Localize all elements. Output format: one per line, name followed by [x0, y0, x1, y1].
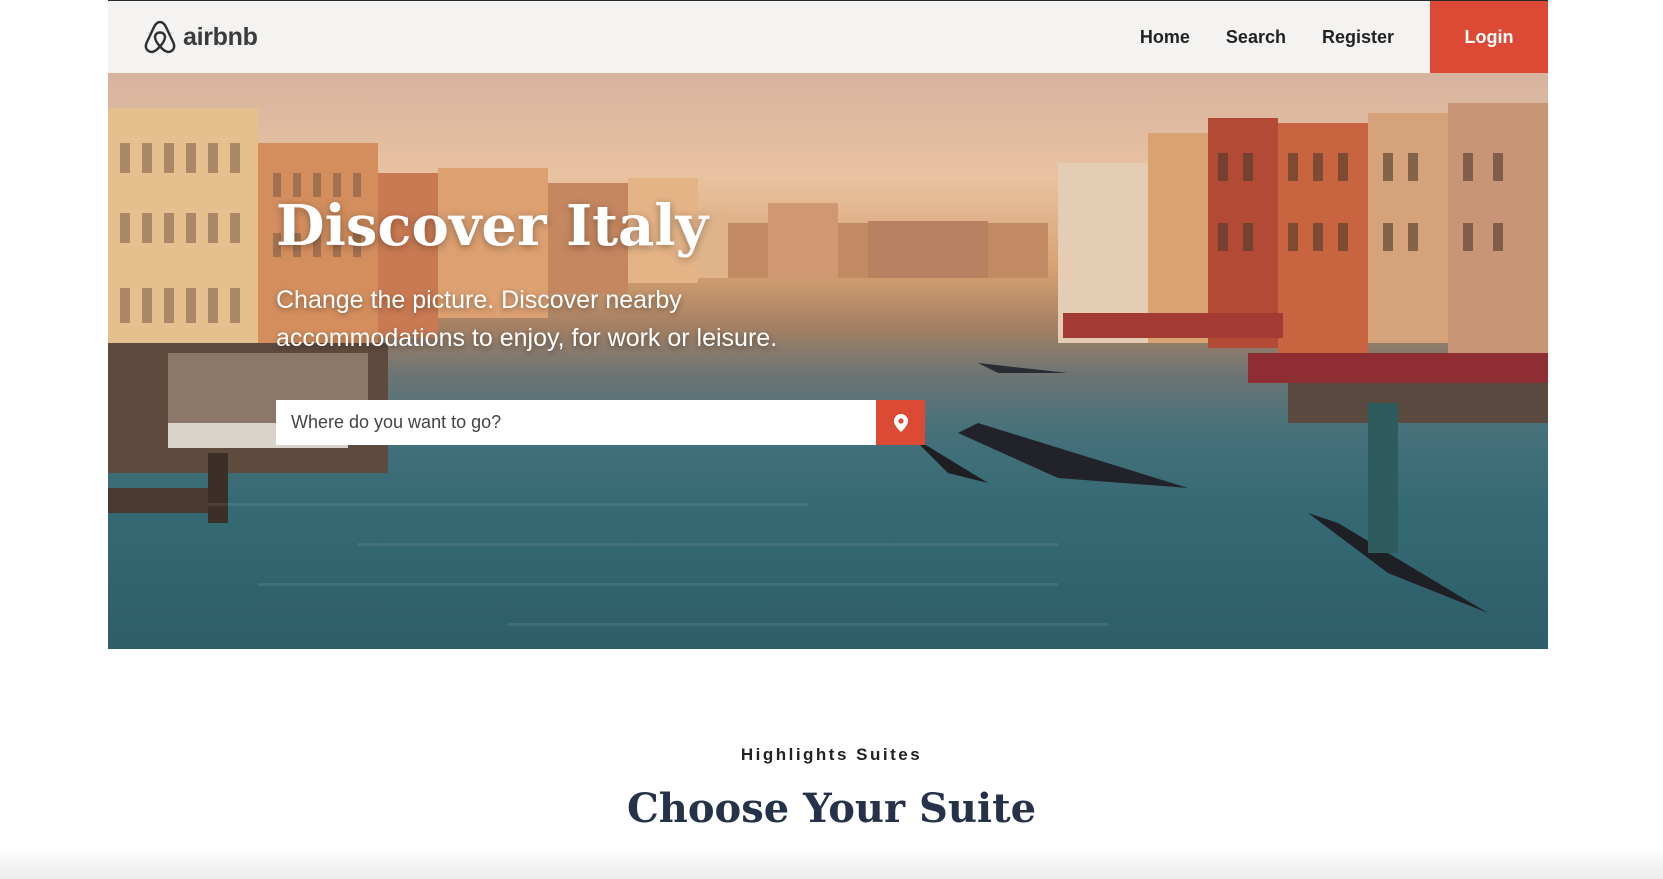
logo-wordmark: airbnb [183, 22, 258, 51]
nav-link-register[interactable]: Register [1322, 27, 1394, 48]
site-header: airbnb Home Search Register Login [108, 0, 1548, 73]
destination-search [276, 400, 925, 445]
map-pin-icon [893, 413, 908, 432]
hero-banner: Discover Italy Change the picture. Disco… [108, 73, 1548, 649]
airbnb-logo[interactable]: airbnb [143, 19, 258, 55]
section-title: Choose Your Suite [626, 785, 1037, 832]
nav-link-search[interactable]: Search [1226, 27, 1286, 48]
destination-search-input[interactable] [276, 400, 876, 445]
section-eyebrow: Highlights Suites [740, 745, 923, 764]
main-nav: Home Search Register Login [1140, 1, 1548, 73]
venice-canal-background [108, 103, 1548, 626]
bottom-fade [0, 846, 1663, 879]
search-submit-button[interactable] [876, 400, 925, 445]
hero-subtitle: Change the picture. Discover nearby acco… [276, 286, 778, 352]
hero-title: Discover Italy [276, 193, 709, 259]
login-button[interactable]: Login [1430, 1, 1548, 73]
nav-link-home[interactable]: Home [1140, 27, 1190, 48]
airbnb-logo-icon [144, 20, 176, 54]
